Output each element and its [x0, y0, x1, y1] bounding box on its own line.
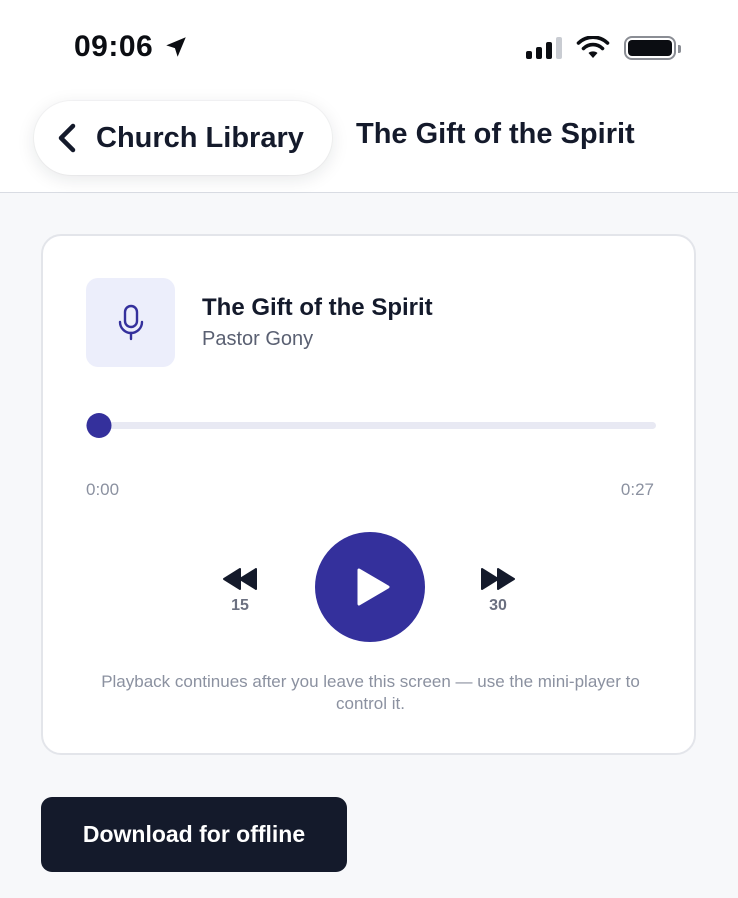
playback-hint: Playback continues after you leave this …: [101, 672, 640, 713]
skip-forward-button[interactable]: 30: [468, 567, 528, 627]
screen: 09:06 Church Library The Gift of the Spi…: [0, 0, 738, 898]
skip-back-button[interactable]: 15: [210, 567, 270, 627]
skip-back-seconds: 15: [231, 597, 249, 614]
status-indicators: [526, 36, 681, 60]
playback-controls: 15 30: [43, 532, 694, 644]
fast-forward-icon: [481, 568, 515, 590]
track-artwork: [86, 278, 175, 367]
top-bar: 09:06 Church Library The Gift of the Spi…: [0, 0, 738, 193]
back-button-label: Church Library: [96, 121, 304, 154]
duration-time: 0:27: [620, 480, 654, 499]
track-artist: Pastor Gony: [202, 328, 314, 350]
current-time: 0:00: [86, 480, 120, 499]
player-card: The Gift of the Spirit Pastor Gony 0:00 …: [41, 234, 696, 755]
clock: 09:06: [74, 30, 154, 63]
track-title: The Gift of the Spirit: [202, 294, 433, 321]
microphone-icon: [118, 304, 143, 340]
status-bar-time: 09:06: [74, 30, 189, 64]
back-button[interactable]: Church Library: [34, 101, 332, 175]
wifi-icon: [576, 36, 610, 58]
play-icon: [357, 568, 390, 606]
rewind-icon: [223, 568, 257, 590]
page-title: The Gift of the Spirit: [356, 118, 635, 150]
location-arrow-icon: [166, 37, 186, 57]
battery-icon: [624, 36, 681, 60]
cellular-signal-icon: [526, 37, 562, 59]
skip-forward-seconds: 30: [489, 597, 507, 614]
progress-knob[interactable]: [86, 413, 112, 438]
download-offline-button[interactable]: Download for offline: [41, 797, 347, 872]
play-button[interactable]: [315, 532, 425, 642]
chevron-left-icon: [58, 123, 76, 153]
progress-slider[interactable]: [86, 422, 656, 429]
